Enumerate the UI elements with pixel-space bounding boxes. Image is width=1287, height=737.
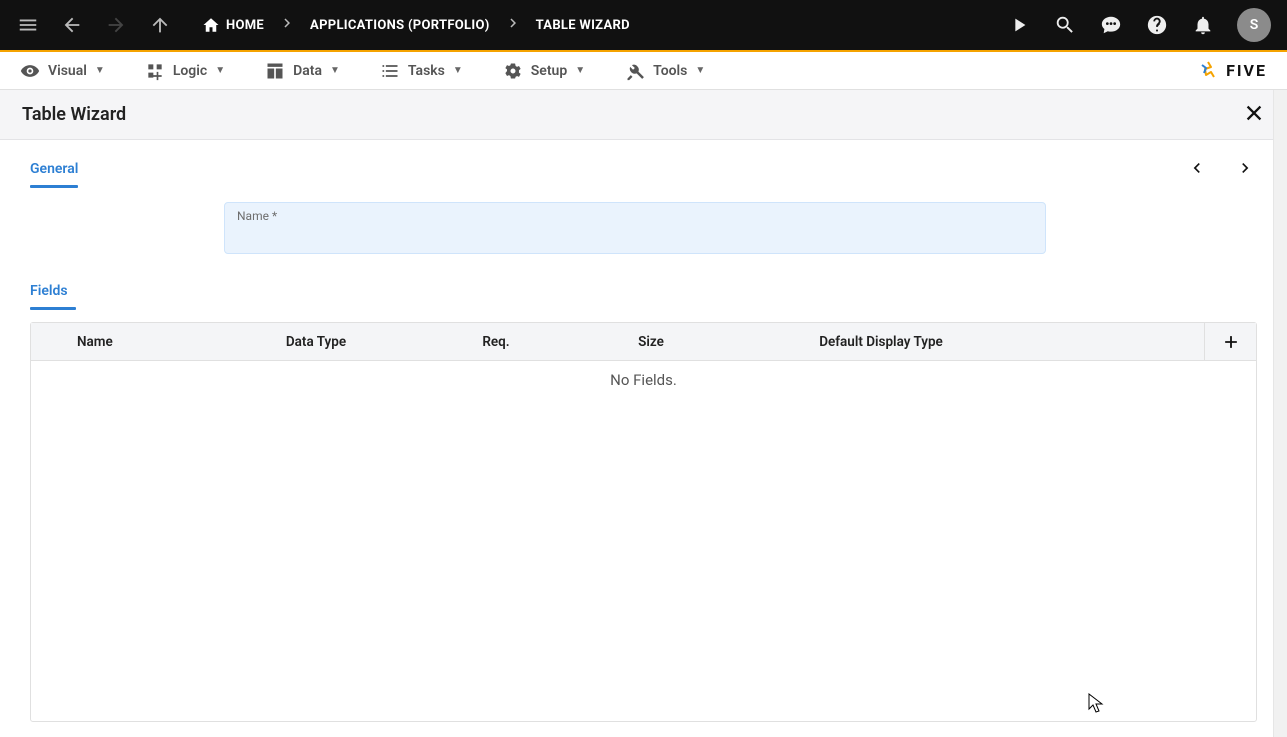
gear-icon: [503, 61, 523, 81]
bell-icon[interactable]: [1191, 13, 1215, 37]
play-icon[interactable]: [1007, 13, 1031, 37]
chevron-left-icon: [1187, 158, 1207, 178]
section-fields-label: Fields: [30, 283, 68, 305]
avatar[interactable]: S: [1237, 8, 1271, 42]
prev-record-button[interactable]: [1185, 156, 1209, 180]
breadcrumb-current-label: TABLE WIZARD: [536, 18, 630, 33]
menu-setup-label: Setup: [531, 63, 567, 79]
name-field-label: Name *: [237, 209, 1033, 223]
chevron-down-icon: ▼: [330, 65, 340, 76]
column-header-size: Size: [571, 334, 731, 350]
home-icon: [202, 16, 220, 34]
chevron-down-icon: ▼: [453, 65, 463, 76]
help-icon[interactable]: [1145, 13, 1169, 37]
column-header-data-type: Data Type: [211, 334, 421, 350]
forward-icon: [104, 13, 128, 37]
up-icon[interactable]: [148, 13, 172, 37]
section-underline: [30, 307, 76, 310]
menu-logic[interactable]: Logic ▼: [145, 61, 225, 81]
topbar-left: HOME APPLICATIONS (PORTFOLIO) TABLE WIZA…: [16, 13, 630, 37]
brand-label: FIVE: [1226, 61, 1267, 80]
breadcrumb-applications[interactable]: APPLICATIONS (PORTFOLIO): [310, 18, 490, 33]
next-record-button[interactable]: [1233, 156, 1257, 180]
section-fields: Fields Name Data Type Req. Size Default …: [30, 280, 1257, 722]
chevron-right-icon: [278, 14, 296, 36]
chevron-right-icon: [504, 14, 522, 36]
breadcrumbs: HOME APPLICATIONS (PORTFOLIO) TABLE WIZA…: [202, 14, 630, 36]
menubar: Visual ▼ Logic ▼ Data ▼ Tasks ▼ Setup ▼ …: [0, 52, 1287, 90]
hamburger-icon[interactable]: [16, 13, 40, 37]
chevron-down-icon: ▼: [575, 65, 585, 76]
avatar-initial: S: [1250, 17, 1259, 33]
scrollbar-gutter: [1273, 90, 1287, 737]
menu-visual[interactable]: Visual ▼: [20, 61, 105, 81]
table-icon: [265, 61, 285, 81]
panel-header: Table Wizard: [0, 90, 1287, 140]
search-icon[interactable]: [1053, 13, 1077, 37]
name-field[interactable]: Name *: [224, 202, 1046, 254]
menu-data[interactable]: Data ▼: [265, 61, 340, 81]
menu-data-label: Data: [293, 63, 322, 79]
close-button[interactable]: [1243, 102, 1265, 128]
record-nav: [1185, 156, 1257, 180]
content: General Name * Fields Name Data Type Req…: [0, 140, 1287, 737]
plus-icon: [1221, 332, 1241, 352]
chevron-down-icon: ▼: [695, 65, 705, 76]
menu-logic-label: Logic: [173, 63, 207, 79]
section-underline: [30, 185, 78, 188]
section-general-label: General: [30, 161, 78, 183]
brand: FIVE: [1196, 59, 1267, 83]
logic-icon: [145, 61, 165, 81]
fields-empty-message: No Fields.: [31, 361, 1256, 389]
fields-table-body: No Fields.: [31, 361, 1256, 721]
chevron-down-icon: ▼: [215, 65, 225, 76]
tasks-icon: [380, 61, 400, 81]
breadcrumb-home[interactable]: HOME: [202, 16, 264, 34]
menu-setup[interactable]: Setup ▼: [503, 61, 585, 81]
chevron-down-icon: ▼: [95, 65, 105, 76]
panel-title: Table Wizard: [22, 104, 126, 125]
column-header-default-display-type: Default Display Type: [731, 334, 1031, 350]
name-input[interactable]: [237, 223, 1033, 249]
topbar: HOME APPLICATIONS (PORTFOLIO) TABLE WIZA…: [0, 0, 1287, 50]
fields-table: Name Data Type Req. Size Default Display…: [30, 322, 1257, 722]
menu-tools[interactable]: Tools ▼: [625, 61, 705, 81]
column-header-req: Req.: [421, 334, 571, 350]
breadcrumb-applications-label: APPLICATIONS (PORTFOLIO): [310, 18, 490, 33]
breadcrumb-current[interactable]: TABLE WIZARD: [536, 18, 630, 33]
chat-icon[interactable]: [1099, 13, 1123, 37]
menu-tools-label: Tools: [653, 63, 687, 79]
column-header-name: Name: [31, 334, 211, 350]
chevron-right-icon: [1235, 158, 1255, 178]
eye-icon: [20, 61, 40, 81]
name-field-wrap: Name *: [224, 202, 1046, 254]
fields-table-header: Name Data Type Req. Size Default Display…: [31, 323, 1256, 361]
back-icon[interactable]: [60, 13, 84, 37]
menu-visual-label: Visual: [48, 63, 87, 79]
menu-tasks[interactable]: Tasks ▼: [380, 61, 463, 81]
tools-icon: [625, 61, 645, 81]
brand-icon: [1196, 59, 1220, 83]
menu-tasks-label: Tasks: [408, 63, 445, 79]
section-general: General: [30, 158, 1257, 188]
topbar-right: S: [1007, 8, 1271, 42]
breadcrumb-home-label: HOME: [226, 18, 264, 33]
add-field-button[interactable]: [1204, 323, 1256, 360]
close-icon: [1243, 102, 1265, 124]
